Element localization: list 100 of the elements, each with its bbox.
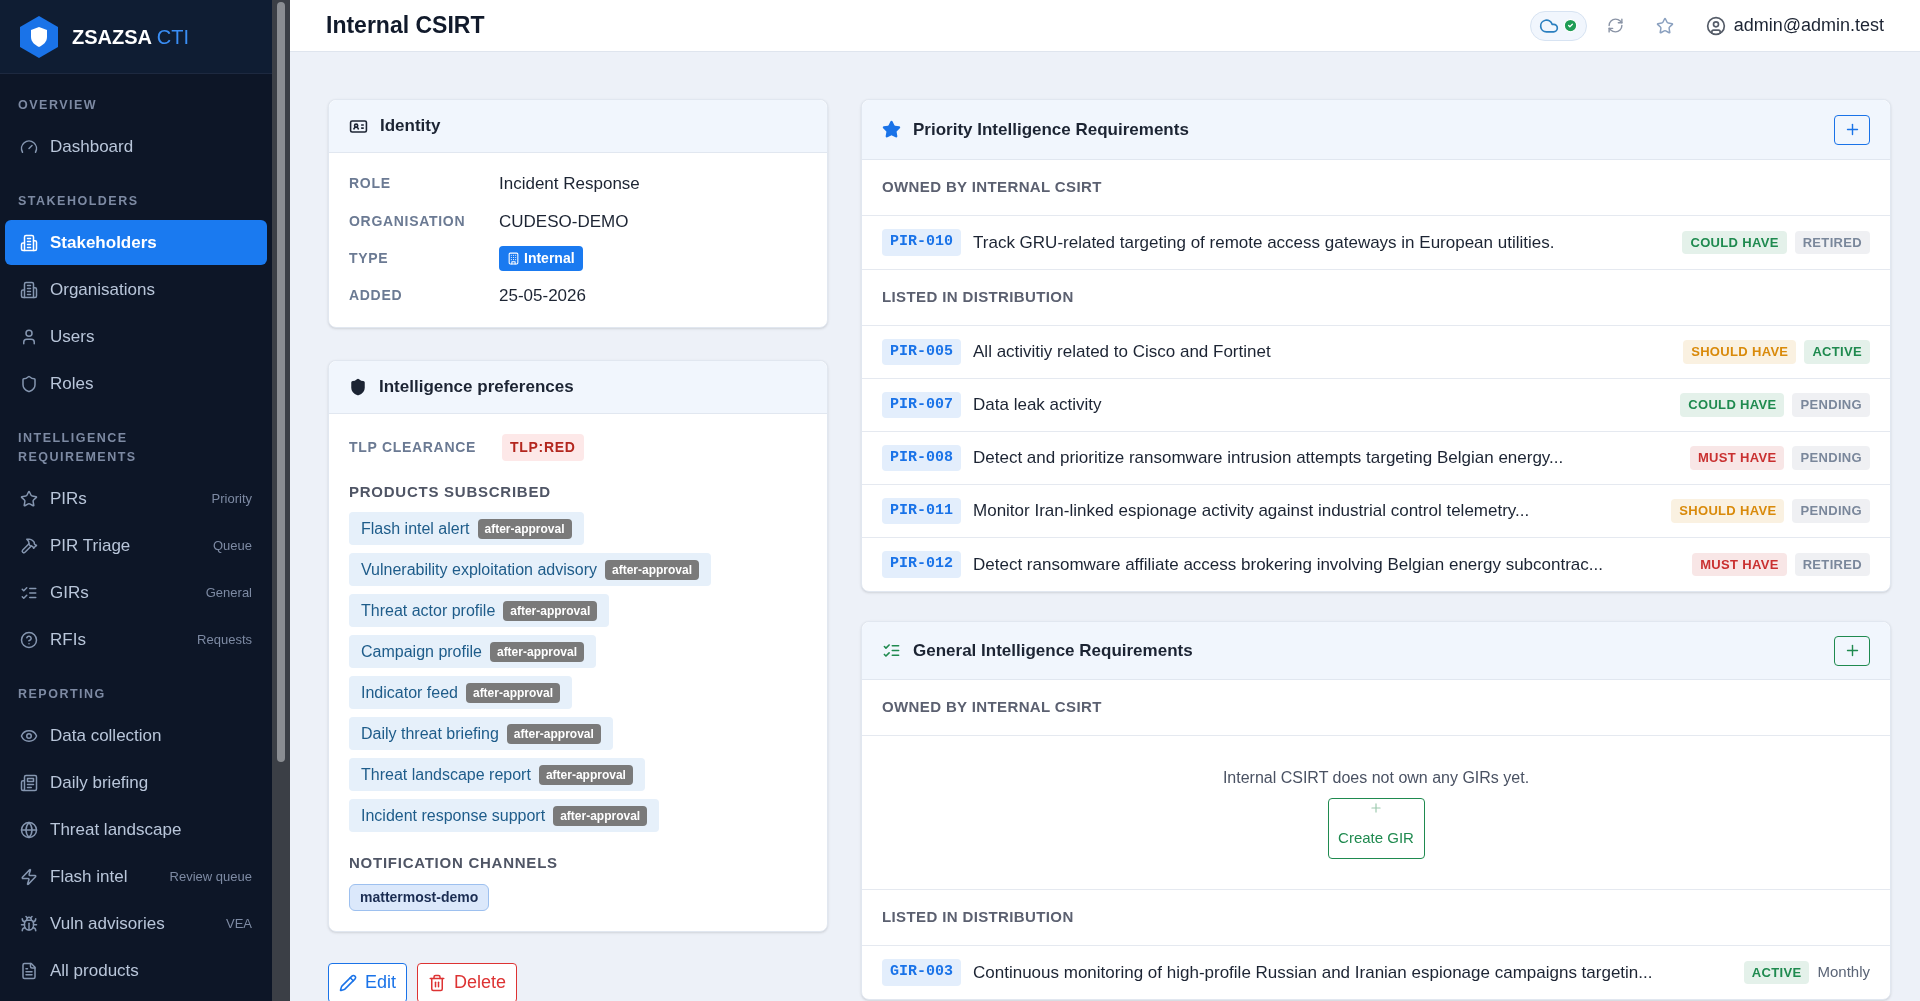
requirement-id[interactable]: PIR-010 (882, 229, 961, 256)
create-gir-button[interactable]: Create GIR (1327, 798, 1425, 859)
sidebar-item[interactable]: All products (5, 948, 267, 993)
status-badge: PENDING (1792, 499, 1870, 523)
gauge-icon (20, 137, 38, 156)
sidebar-item[interactable]: GIRs General (5, 570, 267, 615)
card-title: Priority Intelligence Requirements (913, 118, 1190, 141)
user-icon[interactable] (1705, 15, 1726, 36)
sidebar-item[interactable]: Organisations (5, 267, 267, 312)
document-icon (20, 961, 38, 980)
product-name: Flash intel alert (361, 518, 470, 539)
sidebar-item[interactable]: Daily briefing (5, 760, 267, 805)
requirement-text: Continuous monitoring of high-profile Russian and Iranian espionage campaigns targetin... (973, 961, 1654, 984)
field-label: ORGANISATION (349, 211, 467, 231)
edit-button[interactable]: Edit (328, 962, 408, 1001)
sidebar-item[interactable]: Stakeholders (5, 220, 267, 265)
requirement-id[interactable]: PIR-011 (882, 497, 961, 525)
bug-icon (20, 914, 38, 933)
requirement-text: Detect ransomware affiliate access brokering involving Belgian energy subcontrac... (973, 553, 1604, 576)
requirement-text: All activitiy related to Cisco and Fortinet (973, 341, 1272, 364)
field-label: TLP CLEARANCE (349, 437, 477, 457)
user-icon (20, 327, 38, 346)
field-label: ADDED (349, 286, 404, 306)
approval-tag: after-approval (553, 805, 648, 826)
requirement-id[interactable]: GIR-003 (882, 959, 961, 986)
card-title: Identity (380, 115, 441, 138)
sidebar-item[interactable]: Dashboard (5, 124, 267, 169)
hammer-icon (20, 536, 38, 555)
approval-tag: after-approval (477, 518, 572, 539)
sidebar-item[interactable]: Data collection (5, 713, 267, 758)
approval-tag: after-approval (538, 764, 633, 785)
field-value: CUDESO-DEMO (499, 210, 630, 233)
requirement-id[interactable]: PIR-008 (882, 444, 961, 472)
building-icon (20, 233, 38, 252)
sidebar-item[interactable]: Flash intel Review queue (5, 854, 267, 899)
item-hint: General (205, 583, 252, 602)
requirement-id[interactable]: PIR-012 (882, 551, 961, 578)
pencil-icon (339, 973, 357, 992)
product-name: Incident response support (361, 805, 546, 826)
approval-tag: after-approval (503, 600, 598, 621)
star-icon[interactable] (1655, 16, 1674, 35)
section-heading: INTELLIGENCE REQUIREMENTS (17, 430, 138, 466)
globe-icon (20, 820, 38, 839)
plus-icon (1369, 801, 1383, 815)
shield-icon (20, 374, 38, 393)
sidebar-item[interactable]: RFIs Requests (5, 617, 267, 662)
help-icon (20, 630, 38, 649)
card-title: Intelligence preferences (379, 375, 574, 398)
status-badge: ACTIVE (1804, 340, 1870, 364)
section-label: PRODUCTS SUBSCRIBED (349, 481, 552, 502)
product-name: Threat actor profile (361, 600, 496, 621)
field-value: 25-05-2026 (499, 285, 587, 307)
status-badge: ACTIVE (1743, 960, 1810, 985)
status-badge: COULD HAVE (1682, 230, 1787, 255)
add-button[interactable] (1834, 114, 1870, 145)
scrollbar-thumb[interactable] (277, 2, 285, 762)
frequency-text: Monthly (1817, 962, 1870, 983)
product-name: Campaign profile (361, 641, 482, 662)
star-icon (882, 120, 901, 139)
item-hint: Requests (197, 630, 252, 649)
group-heading: OWNED BY INTERNAL CSIRT (882, 697, 1102, 718)
channel-chip: mattermost-demo (349, 883, 490, 911)
star-icon (20, 489, 38, 508)
status-badge: RETIRED (1794, 552, 1870, 577)
sidebar-item[interactable]: PIRs Priority (5, 476, 267, 521)
check-icon (1562, 18, 1578, 33)
requirement-id[interactable]: PIR-007 (882, 391, 961, 419)
status-badge: SHOULD HAVE (1683, 340, 1797, 364)
sidebar-item[interactable]: Vuln advisories VEA (5, 901, 267, 946)
status-badge: RETIRED (1794, 230, 1870, 255)
card-title: General Intelligence Requirements (913, 639, 1194, 662)
newspaper-icon (20, 773, 38, 792)
sidebar-item[interactable]: Threat landscape (5, 807, 267, 852)
section-heading: REPORTING (17, 686, 107, 703)
building-icon (20, 280, 38, 299)
approval-tag: after-approval (605, 559, 699, 580)
item-hint: Priority (211, 489, 252, 508)
checklist-icon (882, 641, 901, 660)
field-label: ROLE (349, 174, 392, 194)
status-badge: COULD HAVE (1680, 393, 1785, 417)
requirement-text: Detect and prioritize ransomware intrusion attempts targeting Belgian energy... (973, 447, 1565, 470)
section-heading: OVERVIEW (17, 97, 99, 114)
item-hint: Review queue (169, 867, 252, 886)
field-value: Incident Response (499, 173, 641, 195)
requirement-text: Monitor Iran-linked espionage activity against industrial control telemetry... (973, 500, 1531, 523)
refresh-icon[interactable] (1606, 17, 1624, 34)
shield-logo-icon (18, 14, 60, 59)
delete-button[interactable]: Delete (417, 962, 518, 1001)
sidebar-item[interactable]: Users (5, 314, 267, 359)
section-heading: STAKEHOLDERS (17, 193, 140, 210)
connection-status[interactable] (1529, 10, 1587, 41)
empty-message: Internal CSIRT does not own any GIRs yet. (1222, 768, 1530, 788)
requirement-id[interactable]: PIR-005 (882, 338, 961, 366)
sidebar-item[interactable]: PIR Triage Queue (5, 523, 267, 568)
user-email[interactable]: admin@admin.test (1733, 12, 1884, 39)
lightning-icon (20, 867, 38, 886)
sidebar-item[interactable]: Roles (5, 361, 267, 406)
add-button[interactable] (1834, 635, 1870, 666)
item-hint: Queue (212, 536, 252, 555)
group-heading: OWNED BY INTERNAL CSIRT (882, 177, 1102, 198)
